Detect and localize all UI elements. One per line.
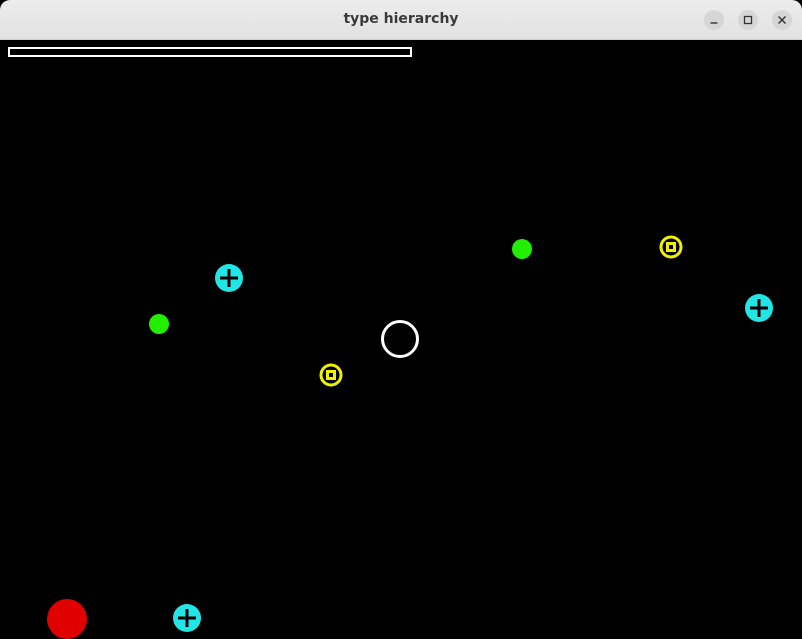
window-title: type hierarchy [343,11,459,27]
yellow-square-icon [319,363,343,387]
green-dot-icon [512,239,532,259]
close-icon [778,16,786,24]
red-ball-icon [47,599,87,639]
game-scene [47,235,773,639]
player-ring-icon [381,320,419,358]
cyan-cross-icon [745,294,773,322]
title-bar[interactable]: type hierarchy [0,0,802,40]
game-canvas[interactable] [0,40,802,639]
close-button[interactable] [772,10,792,30]
minimize-button[interactable] [704,10,724,30]
minimize-icon [710,22,718,24]
cyan-cross-icon [173,604,201,632]
maximize-button[interactable] [738,10,758,30]
green-dot-icon [149,314,169,334]
yellow-square-icon [659,235,683,259]
maximize-icon [743,15,753,25]
cyan-cross-icon [215,264,243,292]
game-window: type hierarchy [0,0,802,639]
